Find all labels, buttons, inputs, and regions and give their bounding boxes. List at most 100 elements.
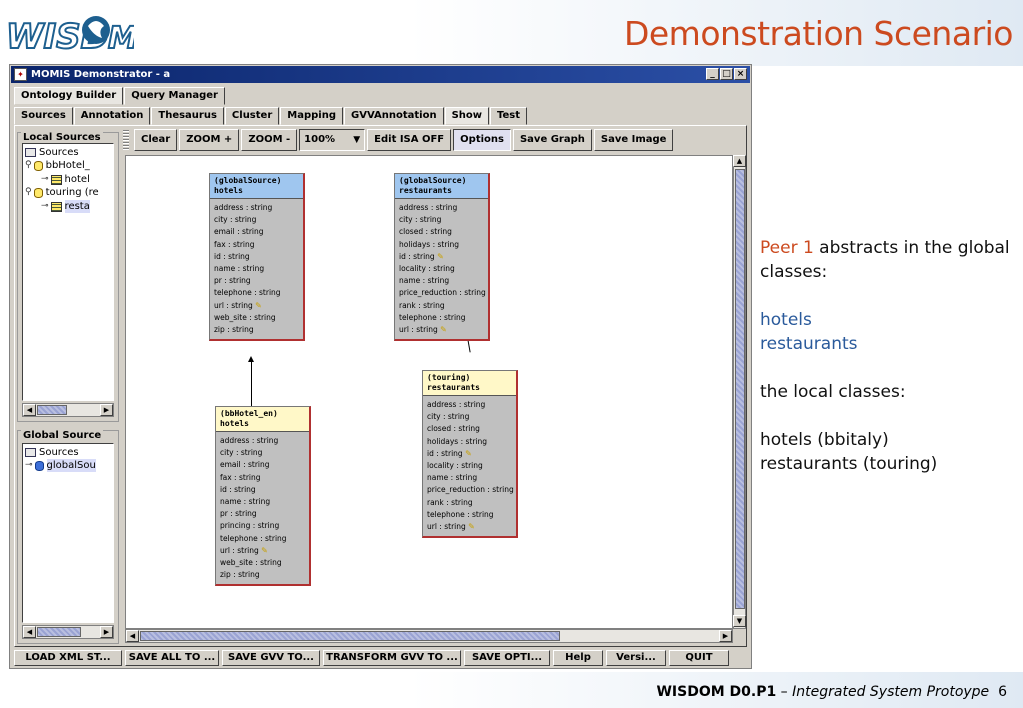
save-all-button[interactable]: SAVE ALL TO ... (125, 650, 219, 666)
attribute-row[interactable]: closed : string (399, 226, 484, 238)
class-local-hotels[interactable]: (bbHotel_en) hotels address : string city :… (215, 406, 311, 587)
tab-show[interactable]: Show (444, 107, 490, 125)
attribute-row[interactable]: url : string ✎ (220, 545, 305, 557)
tree-item-globalsource[interactable]: ⊸ globalSou (25, 459, 96, 472)
attribute-row[interactable]: url : string ✎ (214, 300, 299, 312)
attribute-row[interactable]: fax : string (220, 472, 305, 484)
scroll-thumb[interactable] (140, 631, 560, 641)
toolbar-grip[interactable] (123, 130, 129, 150)
load-xml-button[interactable]: LOAD XML ST... (14, 650, 122, 666)
canvas-hscrollbar[interactable]: ◀ ▶ (125, 629, 733, 643)
attribute-row[interactable]: name : string (399, 275, 484, 287)
attribute-row[interactable]: name : string (220, 496, 305, 508)
attribute-row[interactable]: holidays : string (427, 436, 512, 448)
attribute-row[interactable]: closed : string (427, 423, 512, 435)
attribute-row[interactable]: city : string (427, 411, 512, 423)
attribute-row[interactable]: id : string (220, 484, 305, 496)
attribute-row[interactable]: city : string (220, 447, 305, 459)
options-button[interactable]: Options (453, 129, 511, 151)
zoom-in-button[interactable]: ZOOM + (179, 129, 240, 151)
class-global-restaurants[interactable]: (globalSource) restaurants address : strin… (394, 173, 490, 342)
attribute-row[interactable]: rank : string (399, 300, 484, 312)
attribute-row[interactable]: address : string (214, 202, 299, 214)
scroll-down-icon[interactable]: ▼ (733, 615, 746, 627)
expand-handle-icon[interactable]: ⚲ (25, 186, 32, 199)
scroll-left-icon[interactable]: ◀ (126, 630, 139, 642)
attribute-row[interactable]: name : string (214, 263, 299, 275)
attribute-row[interactable]: holidays : string (399, 239, 484, 251)
clear-button[interactable]: Clear (134, 129, 178, 151)
scroll-right-icon[interactable]: ▶ (100, 626, 113, 638)
local-sources-tree[interactable]: Sources ⚲ bbHotel_ ⊸ hotel ⚲ touring (re (22, 143, 114, 401)
scroll-right-icon[interactable]: ▶ (100, 404, 113, 416)
tab-mapping[interactable]: Mapping (280, 107, 343, 125)
attribute-row[interactable]: web_site : string (220, 557, 305, 569)
tree-item-restaurants[interactable]: ⊸ resta (41, 200, 90, 213)
attribute-row[interactable]: telephone : string (427, 509, 512, 521)
attribute-row[interactable]: locality : string (399, 263, 484, 275)
tree-item-bbhotel[interactable]: ⚲ bbHotel_ (25, 159, 90, 172)
scroll-up-icon[interactable]: ▲ (733, 155, 746, 167)
quit-button[interactable]: QUIT (669, 650, 729, 666)
save-gvv-button[interactable]: SAVE GVV TO... (222, 650, 320, 666)
attribute-row[interactable]: fax : string (214, 239, 299, 251)
version-button[interactable]: Versi... (606, 650, 666, 666)
graph-canvas[interactable]: (globalSource) hotels address : string city… (125, 155, 733, 629)
attribute-row[interactable]: url : string ✎ (427, 521, 512, 533)
attribute-row[interactable]: id : string (214, 251, 299, 263)
attribute-row[interactable]: price_reduction : string (427, 484, 514, 496)
minimize-button[interactable]: _ (706, 68, 719, 80)
global-tree-hscrollbar[interactable]: ◀ ▶ (22, 625, 114, 639)
attribute-row[interactable]: address : string (220, 435, 305, 447)
tab-annotation[interactable]: Annotation (73, 107, 151, 125)
attribute-row[interactable]: name : string (427, 472, 512, 484)
tab-cluster[interactable]: Cluster (224, 107, 280, 125)
attribute-row[interactable]: princing : string (220, 520, 305, 532)
tab-thesaurus[interactable]: Thesaurus (151, 107, 224, 125)
class-local-restaurants[interactable]: (touring) restaurants address : string city… (422, 370, 518, 539)
zoom-out-button[interactable]: ZOOM - (241, 129, 298, 151)
close-button[interactable]: × (734, 68, 747, 80)
transform-gvv-button[interactable]: TRANSFORM GVV TO ... (323, 650, 461, 666)
expand-handle-icon[interactable]: ⚲ (25, 159, 32, 172)
attribute-row[interactable]: email : string (220, 459, 305, 471)
attribute-row[interactable]: url : string ✎ (399, 324, 484, 336)
local-tree-hscrollbar[interactable]: ◀ ▶ (22, 403, 114, 417)
scroll-thumb[interactable] (735, 169, 745, 609)
global-source-tree[interactable]: Sources ⊸ globalSou (22, 443, 114, 623)
tree-item-hotel[interactable]: ⊸ hotel (41, 173, 90, 186)
tab-query-manager[interactable]: Query Manager (124, 87, 225, 105)
attribute-row[interactable]: pr : string (220, 508, 305, 520)
tab-ontology-builder[interactable]: Ontology Builder (14, 87, 124, 105)
scroll-thumb[interactable] (37, 627, 81, 637)
save-image-button[interactable]: Save Image (593, 129, 674, 151)
attribute-row[interactable]: email : string (214, 226, 299, 238)
tab-gvvannotation[interactable]: GVVAnnotation (344, 107, 444, 125)
scroll-left-icon[interactable]: ◀ (23, 626, 36, 638)
class-global-hotels[interactable]: (globalSource) hotels address : string city… (209, 173, 305, 342)
tree-root-sources[interactable]: Sources (25, 446, 79, 459)
attribute-row[interactable]: pr : string (214, 275, 299, 287)
tab-test[interactable]: Test (490, 107, 528, 125)
zoom-level-select[interactable]: 100% ▼ (299, 129, 366, 151)
window-title-bar[interactable]: ✦ MOMIS Demonstrator - a _ □ × (11, 66, 750, 83)
attribute-row[interactable]: address : string (399, 202, 484, 214)
save-options-button[interactable]: SAVE OPTI... (464, 650, 550, 666)
attribute-row[interactable]: telephone : string (214, 287, 299, 299)
attribute-row[interactable]: id : string ✎ (427, 448, 512, 460)
attribute-row[interactable]: locality : string (427, 460, 512, 472)
attribute-row[interactable]: city : string (399, 214, 484, 226)
save-graph-button[interactable]: Save Graph (512, 129, 592, 151)
attribute-row[interactable]: zip : string (220, 569, 305, 581)
attribute-row[interactable]: address : string (427, 399, 512, 411)
attribute-row[interactable]: telephone : string (399, 312, 484, 324)
attribute-row[interactable]: rank : string (427, 497, 512, 509)
attribute-row[interactable]: web_site : string (214, 312, 299, 324)
tree-root-sources[interactable]: Sources (25, 146, 79, 159)
attribute-row[interactable]: city : string (214, 214, 299, 226)
help-button[interactable]: Help (553, 650, 603, 666)
attribute-row[interactable]: telephone : string (220, 533, 305, 545)
tab-sources[interactable]: Sources (14, 107, 73, 125)
edit-isa-button[interactable]: Edit ISA OFF (367, 129, 452, 151)
scroll-left-icon[interactable]: ◀ (23, 404, 36, 416)
